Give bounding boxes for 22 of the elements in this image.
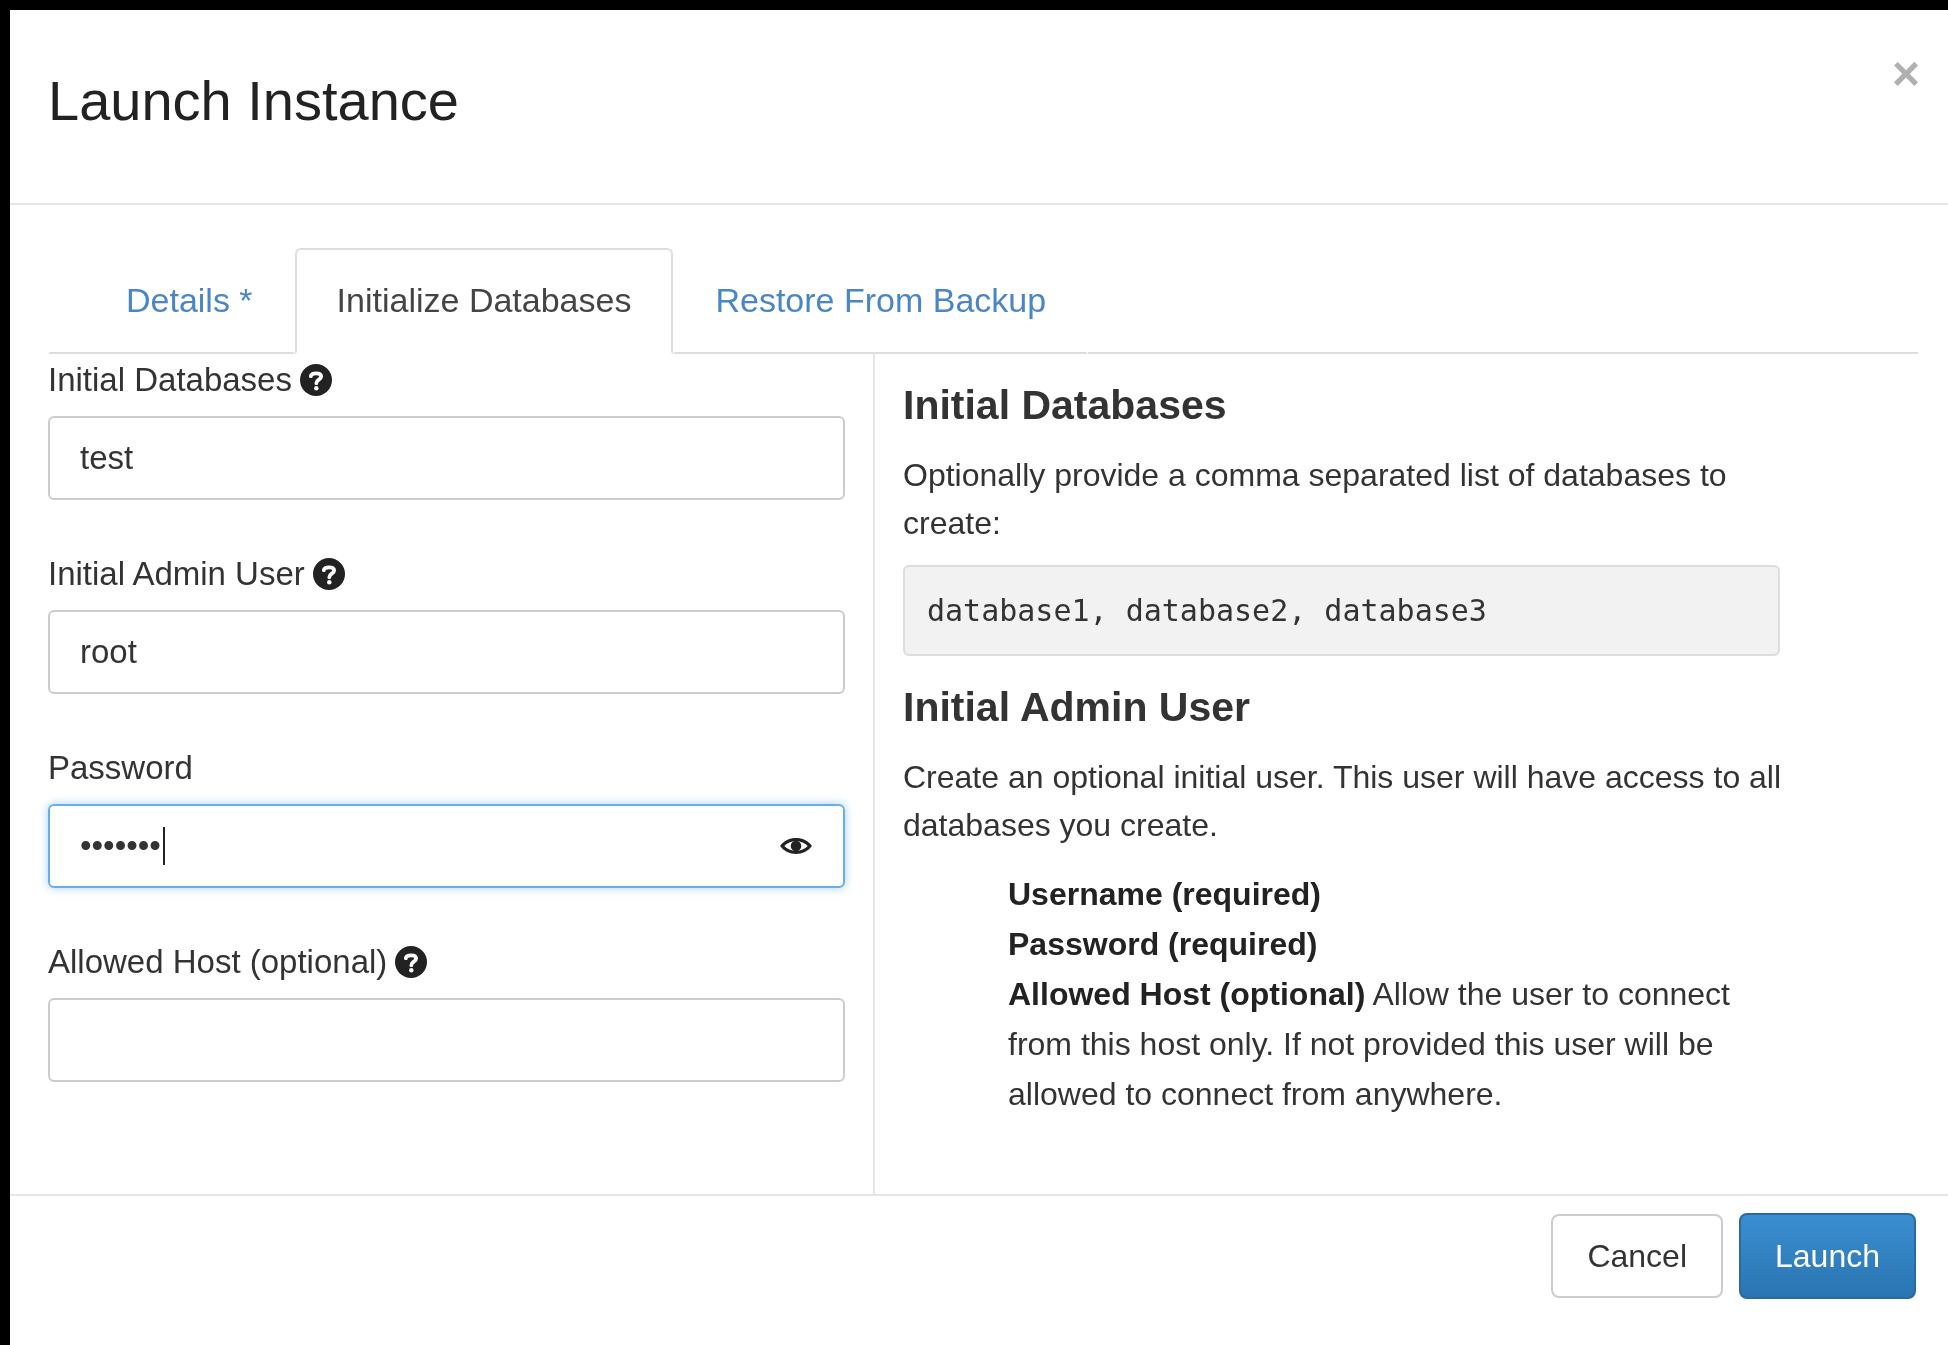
input-field[interactable] <box>48 997 845 1082</box>
field-label: Allowed Host (optional) <box>48 942 388 981</box>
field-label: Password <box>48 748 193 787</box>
input-field[interactable]: test <box>48 415 845 500</box>
password-field[interactable]: ••••••• <box>48 803 845 888</box>
help-item: Username (required) <box>1008 874 1322 914</box>
tab[interactable]: Details * <box>48 247 295 354</box>
tab[interactable]: Initialize Databases <box>294 247 674 354</box>
help-heading: Initial Admin User <box>903 683 1252 731</box>
code-example: database1, database2, database3 <box>903 564 1780 656</box>
help-text: Optionally provide a comma separated list of databases to create: <box>903 455 1728 543</box>
field-label: Initial Databases <box>48 360 292 399</box>
input-field[interactable]: root <box>48 609 845 694</box>
help-text: Create an optional initial user. This user will have access to all databases you create. <box>903 757 1783 845</box>
help-item: Allowed Host (optional) Allow the user to connect from this host only. If not provided this user will be allowed to connect from anywhere. <box>1008 974 1731 1114</box>
help-heading: Initial Databases <box>903 381 1228 429</box>
cancel-button[interactable]: Cancel <box>1551 1214 1723 1299</box>
tab[interactable]: Restore From Backup <box>673 247 1089 354</box>
dialog-title: Launch Instance <box>48 67 459 134</box>
field-label: Initial Admin User <box>48 554 305 593</box>
launch-button[interactable]: Launch <box>1739 1213 1916 1300</box>
help-item: Password (required) <box>1008 924 1319 964</box>
